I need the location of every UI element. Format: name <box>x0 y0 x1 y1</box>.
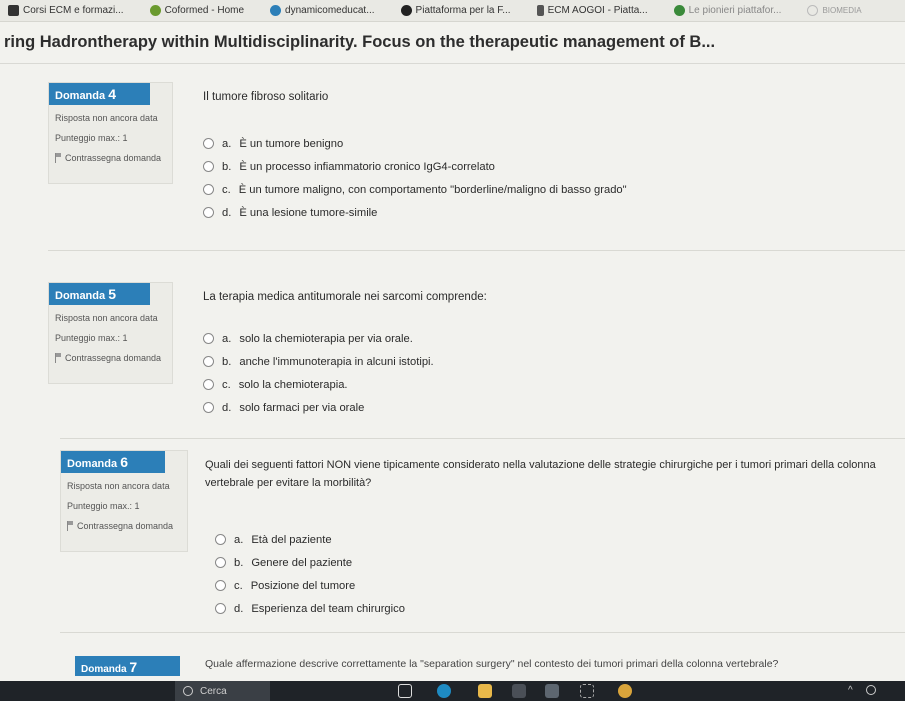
radio-button[interactable] <box>203 184 214 195</box>
radio-button[interactable] <box>203 356 214 367</box>
store-icon[interactable] <box>512 684 526 698</box>
answer-option[interactable]: c. Posizione del tumore <box>215 574 405 597</box>
answer-option[interactable]: b. anche l'immunoterapia in alcuni istoti… <box>203 350 434 373</box>
apps-icon[interactable] <box>580 684 594 698</box>
chevron-up-icon[interactable]: ^ <box>848 685 853 696</box>
answer-list: a. Età del paziente b. Genere del paziente… <box>215 528 405 620</box>
question-number: Domanda 5 <box>49 283 150 305</box>
question-5: Domanda 5 Risposta non ancora data Punte… <box>48 282 905 422</box>
question-text: Quale affermazione descrive correttament… <box>205 658 779 670</box>
bookmark-icon <box>149 5 161 16</box>
bookmark-icon <box>8 5 19 16</box>
answer-option[interactable]: b. Genere del paziente <box>215 551 405 574</box>
answer-option[interactable]: d. Esperienza del team chirurgico <box>215 597 405 620</box>
question-text: Quali dei seguenti fattori NON viene tip… <box>205 459 876 489</box>
answer-option[interactable]: a. solo la chemioterapia per via orale. <box>203 327 434 350</box>
question-info: Domanda 5 Risposta non ancora data Punte… <box>48 282 173 384</box>
page-title: ring Hadrontherapy within Multidisciplin… <box>0 22 905 64</box>
question-status: Risposta non ancora data <box>55 113 158 123</box>
answer-list: a. solo la chemioterapia per via orale. b… <box>203 327 434 419</box>
bookmark-icon <box>400 5 412 16</box>
radio-button[interactable] <box>215 534 226 545</box>
network-icon[interactable] <box>866 685 876 695</box>
task-view-icon[interactable] <box>398 684 412 698</box>
radio-button[interactable] <box>203 138 214 149</box>
question-status: Risposta non ancora data <box>55 313 158 323</box>
divider <box>48 250 905 251</box>
question-text: Il tumore fibroso solitario <box>203 91 329 103</box>
divider <box>60 632 905 633</box>
bookmark-icon <box>536 5 544 16</box>
flag-question-link[interactable]: Contrassegna domanda <box>55 153 166 164</box>
bookmark-corsi-ecm[interactable]: Corsi ECM e formazi... <box>0 5 132 16</box>
question-text: La terapia medica antitumorale nei sarco… <box>203 291 487 303</box>
mail-icon[interactable] <box>545 684 559 698</box>
question-score: Punteggio max.: 1 <box>55 333 128 343</box>
radio-button[interactable] <box>215 603 226 614</box>
radio-button[interactable] <box>203 207 214 218</box>
radio-button[interactable] <box>203 379 214 390</box>
bookmark-pionieri[interactable]: Le pionieri piattafor... <box>666 5 790 16</box>
question-score: Punteggio max.: 1 <box>55 133 128 143</box>
bookmark-dynamicomeducal[interactable]: dynamicomeducat... <box>262 5 383 16</box>
question-4: Domanda 4 Risposta non ancora data Punte… <box>48 82 905 242</box>
answer-list: a. È un tumore benigno b. È un processo in… <box>203 132 627 224</box>
search-icon <box>183 686 193 696</box>
bookmark-icon <box>807 5 819 16</box>
file-explorer-icon[interactable] <box>478 684 492 698</box>
radio-button[interactable] <box>203 161 214 172</box>
question-status: Risposta non ancora data <box>67 481 170 491</box>
flag-question-link[interactable]: Contrassegna domanda <box>55 353 166 364</box>
question-6: Domanda 6 Risposta non ancora data Punte… <box>60 450 905 620</box>
radio-button[interactable] <box>215 557 226 568</box>
bookmark-biomedia[interactable]: BIOMEDIA <box>799 5 869 16</box>
answer-option[interactable]: d. solo farmaci per via orale <box>203 396 434 419</box>
bookmarks-bar: Corsi ECM e formazi... Coformed - Home d… <box>0 0 905 22</box>
bookmark-ecm-aogoi[interactable]: ECM AOGOI - Piatta... <box>529 5 656 16</box>
question-score: Punteggio max.: 1 <box>67 501 140 511</box>
flag-icon <box>67 521 74 531</box>
flag-icon <box>55 353 62 363</box>
question-7: Domanda 7 Quale affermazione descrive co… <box>75 656 905 681</box>
answer-option[interactable]: a. È un tumore benigno <box>203 132 627 155</box>
taskbar-search[interactable]: Cerca <box>175 681 270 701</box>
answer-option[interactable]: a. Età del paziente <box>215 528 405 551</box>
answer-option[interactable]: b. È un processo infiammatorio cronico Ig… <box>203 155 627 178</box>
radio-button[interactable] <box>203 402 214 413</box>
taskbar: Cerca ^ <box>0 681 905 701</box>
answer-option[interactable]: c. È un tumore maligno, con comportamento… <box>203 178 627 201</box>
flag-question-link[interactable]: Contrassegna domanda <box>67 521 181 532</box>
question-number: Domanda 6 <box>61 451 165 473</box>
answer-option[interactable]: c. solo la chemioterapia. <box>203 373 434 396</box>
answer-option[interactable]: d. È una lesione tumore-simile <box>203 201 627 224</box>
question-info: Domanda 6 Risposta non ancora data Punte… <box>60 450 188 552</box>
bookmark-piattaforma[interactable]: Piattaforma per la F... <box>393 5 519 16</box>
divider <box>60 438 905 439</box>
bookmark-icon <box>270 5 282 16</box>
radio-button[interactable] <box>203 333 214 344</box>
question-number: Domanda 4 <box>49 83 150 105</box>
bookmark-coformed[interactable]: Coformed - Home <box>142 5 252 16</box>
question-number: Domanda 7 <box>75 656 180 676</box>
chrome-icon[interactable] <box>618 684 632 698</box>
radio-button[interactable] <box>215 580 226 591</box>
edge-icon[interactable] <box>437 684 451 698</box>
bookmark-icon <box>673 5 685 16</box>
flag-icon <box>55 153 62 163</box>
question-info: Domanda 4 Risposta non ancora data Punte… <box>48 82 173 184</box>
